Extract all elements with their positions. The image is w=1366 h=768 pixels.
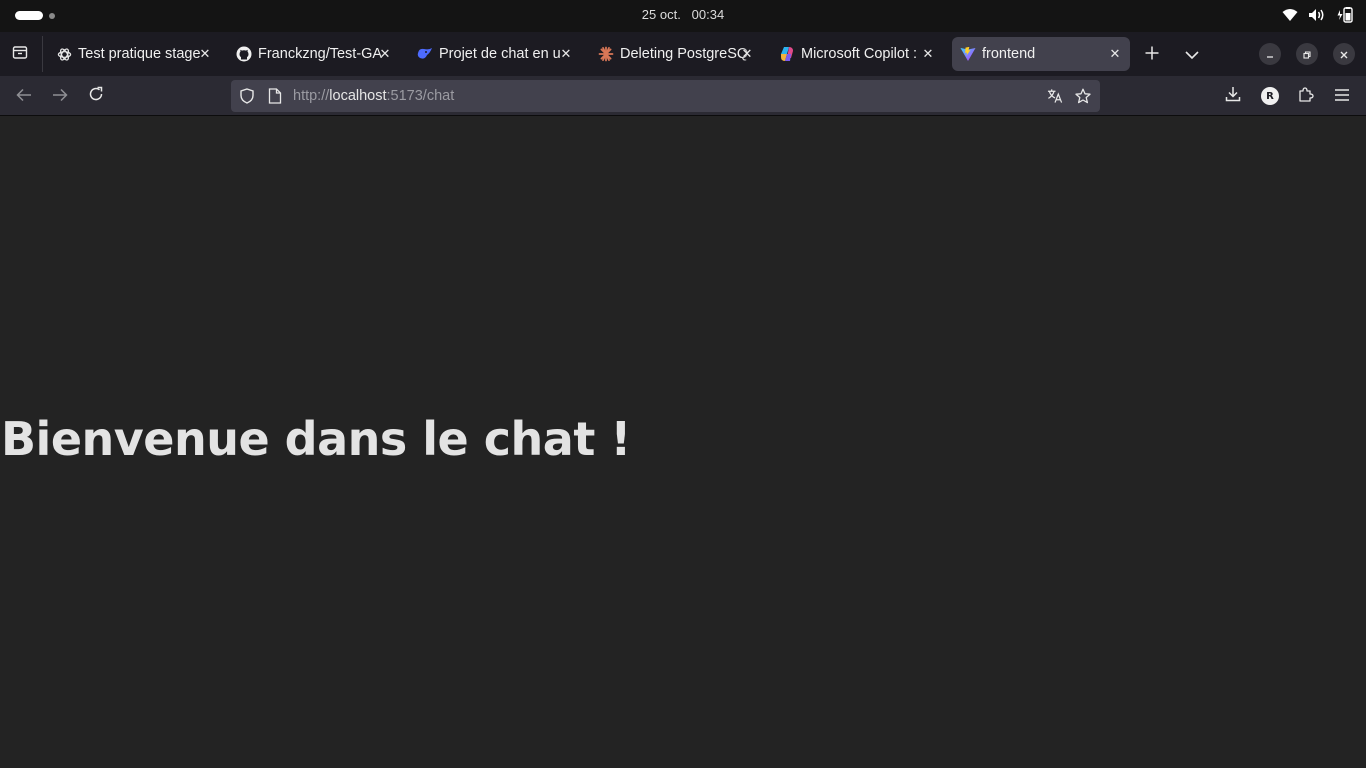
tab-projet-chat[interactable]: Projet de chat en u ✕ bbox=[409, 37, 581, 71]
deepseek-icon bbox=[417, 46, 433, 62]
clock-time[interactable]: 00:34 bbox=[692, 7, 725, 22]
activities-indicator[interactable] bbox=[15, 11, 55, 20]
workspace-active-pill bbox=[15, 11, 43, 20]
system-tray[interactable] bbox=[1282, 7, 1354, 23]
copilot-icon bbox=[779, 46, 795, 62]
hamburger-menu-icon bbox=[1334, 87, 1350, 106]
restore-button[interactable] bbox=[1296, 43, 1318, 65]
plus-icon bbox=[1145, 45, 1159, 64]
volume-icon bbox=[1308, 8, 1326, 22]
system-top-bar: 25 oct. 00:34 bbox=[0, 0, 1366, 32]
clock: 25 oct. 00:34 bbox=[0, 7, 1366, 22]
url-host: localhost bbox=[329, 88, 387, 104]
url-path: :5173/chat bbox=[386, 88, 455, 104]
page-content: Bienvenue dans le chat ! bbox=[0, 117, 1366, 768]
download-icon bbox=[1225, 86, 1241, 106]
minimize-icon bbox=[1265, 45, 1275, 64]
close-icon bbox=[1339, 45, 1349, 64]
account-avatar[interactable]: R bbox=[1261, 87, 1279, 105]
arrow-right-icon bbox=[52, 87, 68, 106]
tab-strip: Test pratique stage ✕ Franckzng/Test-GA … bbox=[0, 32, 1366, 76]
arrow-left-icon bbox=[16, 87, 32, 106]
chevron-down-icon bbox=[1185, 45, 1199, 64]
page-info-icon[interactable] bbox=[267, 88, 283, 104]
workspace-dot bbox=[49, 12, 55, 19]
tab-separator bbox=[42, 36, 43, 72]
shield-icon[interactable] bbox=[239, 88, 255, 104]
tab-close-button[interactable]: ✕ bbox=[196, 45, 214, 63]
github-icon bbox=[236, 46, 252, 62]
tab-test-pratique[interactable]: Test pratique stage ✕ bbox=[48, 37, 220, 71]
tab-deleting-postgres[interactable]: Deleting PostgreSQ ✕ bbox=[590, 37, 762, 71]
battery-icon bbox=[1336, 7, 1354, 23]
puzzle-icon bbox=[1298, 86, 1314, 106]
minimize-button[interactable] bbox=[1259, 43, 1281, 65]
back-button[interactable] bbox=[12, 84, 36, 108]
page-heading: Bienvenue dans le chat ! bbox=[1, 412, 631, 466]
translate-icon[interactable] bbox=[1047, 88, 1063, 104]
firefox-view-icon bbox=[12, 44, 28, 64]
url-bar[interactable]: http://localhost:5173/chat bbox=[231, 80, 1100, 112]
tab-close-button[interactable]: ✕ bbox=[738, 45, 756, 63]
url-scheme: http:// bbox=[293, 88, 330, 104]
extensions-button[interactable] bbox=[1294, 84, 1318, 108]
firefox-view-button[interactable] bbox=[8, 42, 32, 66]
wifi-icon bbox=[1282, 8, 1298, 22]
close-window-button[interactable] bbox=[1333, 43, 1355, 65]
tab-copilot[interactable]: Microsoft Copilot : ✕ bbox=[771, 37, 943, 71]
tab-close-button[interactable]: ✕ bbox=[1106, 45, 1124, 63]
url-text[interactable]: http://localhost:5173/chat bbox=[293, 88, 454, 104]
navigation-toolbar: http://localhost:5173/chat R bbox=[0, 76, 1366, 116]
tab-github[interactable]: Franckzng/Test-GA ✕ bbox=[228, 37, 400, 71]
tab-close-button[interactable]: ✕ bbox=[919, 45, 937, 63]
reload-button[interactable] bbox=[84, 84, 108, 108]
forward-button[interactable] bbox=[48, 84, 72, 108]
openai-icon bbox=[56, 46, 72, 62]
restore-icon bbox=[1302, 45, 1312, 64]
clock-date[interactable]: 25 oct. bbox=[642, 7, 681, 22]
vite-icon bbox=[960, 46, 976, 62]
reload-icon bbox=[88, 86, 104, 106]
list-all-tabs-button[interactable] bbox=[1180, 42, 1204, 66]
downloads-button[interactable] bbox=[1221, 84, 1245, 108]
tab-frontend[interactable]: frontend ✕ bbox=[952, 37, 1130, 71]
tab-close-button[interactable]: ✕ bbox=[376, 45, 394, 63]
tab-close-button[interactable]: ✕ bbox=[557, 45, 575, 63]
new-tab-button[interactable] bbox=[1140, 42, 1164, 66]
app-menu-button[interactable] bbox=[1330, 84, 1354, 108]
bookmark-star-icon[interactable] bbox=[1075, 88, 1091, 104]
claude-icon bbox=[598, 46, 614, 62]
